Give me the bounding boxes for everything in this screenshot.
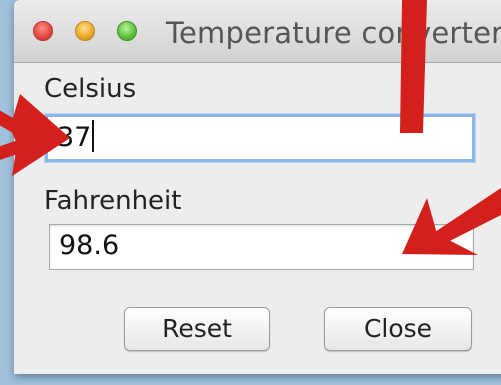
text-caret (92, 119, 95, 152)
fahrenheit-value: 98.6 (59, 230, 120, 261)
fahrenheit-label: Fahrenheit (44, 186, 182, 216)
window-title: Temperature converter (166, 16, 501, 50)
close-button[interactable]: Close (324, 307, 472, 351)
window-minimize-icon[interactable] (75, 21, 95, 41)
reset-button[interactable]: Reset (124, 307, 270, 351)
celsius-value: 37 (57, 122, 92, 153)
celsius-input[interactable]: 37 (45, 114, 475, 162)
fahrenheit-input[interactable]: 98.6 (49, 224, 474, 270)
window-close-icon[interactable] (33, 21, 53, 41)
window-zoom-icon[interactable] (117, 21, 137, 41)
celsius-label: Celsius (44, 74, 137, 104)
title-bar[interactable]: Temperature converter (14, 0, 501, 63)
converter-window: Temperature converter Celsius 37 Fahrenh… (14, 0, 501, 374)
